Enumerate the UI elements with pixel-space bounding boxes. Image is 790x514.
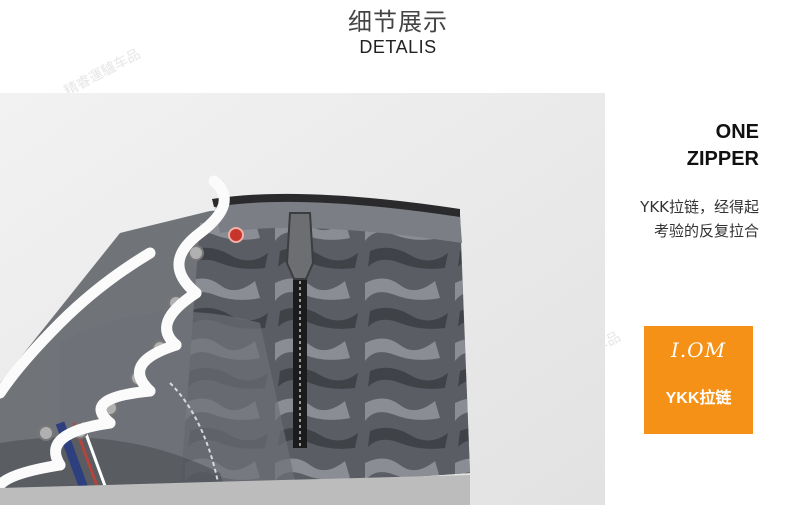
shoe-illustration	[0, 93, 605, 505]
feature-desc-line1: YKK拉链，经得起	[640, 198, 759, 216]
product-photo	[0, 93, 605, 505]
feature-desc-line2: 考验的反复拉合	[653, 222, 759, 240]
section-title-chinese: 细节展示	[348, 8, 448, 36]
section-title-english: DETALIS	[359, 37, 437, 57]
ykk-logo-icon: I.OM	[670, 338, 727, 362]
feature-title: ONE ZIPPER	[687, 119, 759, 173]
ykk-badge-label: YKK拉链	[665, 390, 732, 407]
ykk-badge: I.OM YKK拉链	[644, 326, 753, 434]
feature-title-line2: ZIPPER	[686, 148, 759, 170]
feature-description: YKK拉链，经得起 考验的反复拉合	[640, 195, 759, 243]
feature-title-line1: ONE	[715, 121, 759, 143]
